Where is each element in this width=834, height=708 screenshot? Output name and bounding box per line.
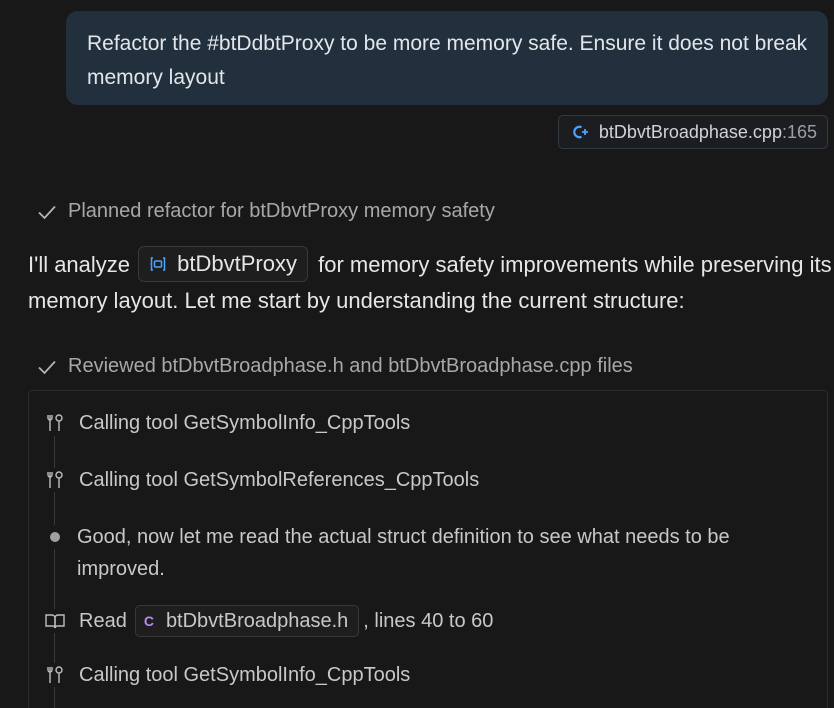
read-file-row[interactable]: Read C btDbvtBroadphase.h , lines 40 to … — [43, 605, 493, 637]
thought-text: Good, now let me read the actual struct … — [77, 526, 730, 580]
user-message-bubble: Refactor the #btDdbtProxy to be more mem… — [66, 11, 828, 105]
thought-bullet-row — [43, 525, 79, 549]
status-planned-text: Planned refactor for btDbvtProxy memory … — [68, 200, 495, 222]
tool-call-row[interactable]: Calling tool GetSymbolInfo_CppTools — [43, 663, 410, 687]
file-chip[interactable]: C btDbvtBroadphase.h — [134, 605, 360, 637]
tools-icon — [43, 411, 67, 435]
status-reviewed[interactable]: Reviewed btDbvtBroadphase.h and btDbvtBr… — [36, 355, 633, 378]
cpp-file-icon — [571, 123, 589, 141]
tool-call-text: Calling tool GetSymbolReferences_CppTool… — [79, 468, 480, 491]
c-file-icon: C — [143, 613, 154, 629]
symbol-struct-icon — [149, 255, 167, 273]
checkmark-icon — [38, 360, 56, 374]
assistant-paragraph: I'll analyze btDbvtProxy for memory safe… — [28, 246, 834, 318]
bullet-icon — [43, 525, 67, 549]
tool-call-text: Calling tool GetSymbolInfo_CppTools — [79, 663, 411, 686]
status-planned[interactable]: Planned refactor for btDbvtProxy memory … — [36, 200, 495, 223]
para-before: I'll analyze — [28, 252, 131, 277]
symbol-chip[interactable]: btDbvtProxy — [138, 246, 308, 283]
file-chip-label: btDbvtBroadphase.h — [165, 609, 349, 632]
tool-call-row[interactable]: Calling tool GetSymbolInfo_CppTools — [43, 411, 410, 435]
read-label: Read — [79, 609, 127, 632]
attachment-chip[interactable]: btDbvtBroadphase.cpp :165 — [557, 115, 828, 149]
symbol-chip-label: btDbvtProxy — [177, 251, 297, 277]
tool-calls-panel: Calling tool GetSymbolInfo_CppTools Call… — [28, 390, 828, 708]
attachment-line: :165 — [781, 121, 817, 142]
checkmark-icon — [38, 205, 56, 219]
tools-icon — [43, 468, 67, 492]
user-message-text: Refactor the #btDdbtProxy to be more mem… — [87, 32, 808, 89]
tool-call-row[interactable]: Calling tool GetSymbolReferences_CppTool… — [43, 468, 479, 492]
book-icon — [43, 609, 67, 633]
status-reviewed-text: Reviewed btDbvtBroadphase.h and btDbvtBr… — [68, 355, 633, 377]
chat-panel: Refactor the #btDdbtProxy to be more mem… — [0, 0, 834, 708]
read-range: , lines 40 to 60 — [363, 609, 494, 632]
tool-call-text: Calling tool GetSymbolInfo_CppTools — [79, 411, 411, 434]
attachment-filename: btDbvtBroadphase.cpp — [598, 121, 782, 142]
tools-icon — [43, 663, 67, 687]
